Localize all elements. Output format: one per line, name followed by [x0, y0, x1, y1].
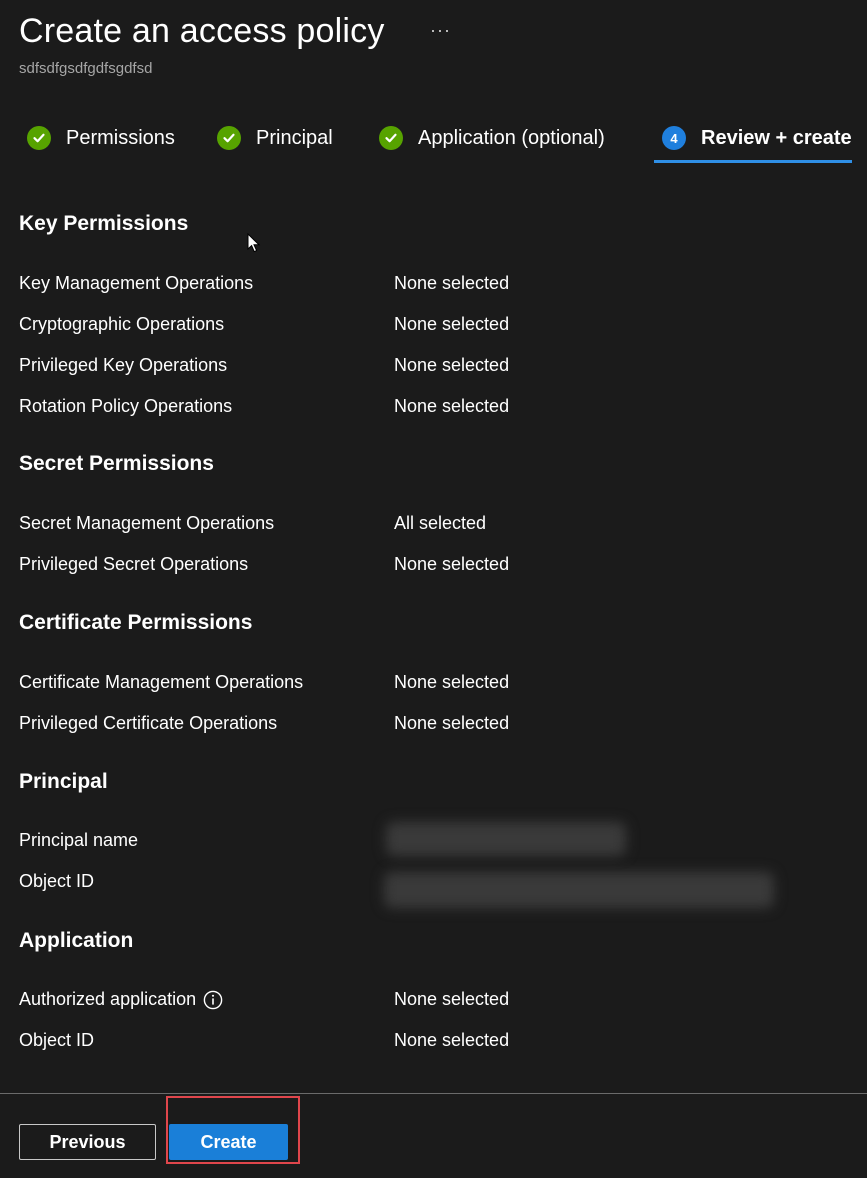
row-label: Principal name — [19, 830, 139, 850]
row-label: Key Management Operations — [19, 273, 254, 293]
active-tab-indicator — [654, 160, 852, 163]
section-heading-key-permissions: Key Permissions — [19, 212, 189, 235]
row-label-text: Authorized application — [19, 989, 197, 1009]
tab-label: Principal — [256, 126, 333, 149]
row-label: Privileged Certificate Operations — [19, 713, 278, 733]
tab-label: Application (optional) — [418, 126, 605, 149]
section-heading-certificate-permissions: Certificate Permissions — [19, 611, 253, 634]
tab-label: Review + create — [701, 126, 852, 149]
checkmark-icon — [379, 126, 403, 150]
tab-permissions[interactable]: Permissions — [27, 118, 175, 158]
row-value: None selected — [394, 554, 510, 574]
row-value: None selected — [394, 713, 510, 733]
page-title: Create an access policy — [19, 12, 385, 50]
row-value: None selected — [394, 314, 510, 334]
redacted-object-id — [384, 872, 774, 908]
create-button[interactable]: Create — [169, 1124, 288, 1160]
review-create-page: Create an access policy ··· sdfsdfgsdfgd… — [0, 0, 867, 1178]
wizard-steps: Permissions Principal Application (optio… — [0, 118, 867, 164]
row-value: None selected — [394, 273, 510, 293]
more-options-icon[interactable]: ··· — [430, 20, 451, 41]
row-label: Certificate Management Operations — [19, 672, 304, 692]
section-heading-application: Application — [19, 929, 134, 952]
mouse-cursor-icon — [247, 232, 261, 258]
row-label: Object ID — [19, 1030, 95, 1050]
row-value: None selected — [394, 396, 510, 416]
info-icon[interactable] — [203, 990, 223, 1010]
checkmark-icon — [27, 126, 51, 150]
section-heading-principal: Principal — [19, 770, 108, 793]
row-label: Secret Management Operations — [19, 513, 275, 533]
step-number-badge: 4 — [662, 126, 686, 150]
row-value: None selected — [394, 672, 510, 692]
row-label: Privileged Secret Operations — [19, 554, 249, 574]
row-label: Cryptographic Operations — [19, 314, 225, 334]
tab-label: Permissions — [66, 126, 175, 149]
row-value: None selected — [394, 989, 510, 1009]
row-label-authorized-application: Authorized application — [19, 989, 223, 1010]
row-label: Object ID — [19, 871, 95, 891]
checkmark-icon — [217, 126, 241, 150]
previous-button[interactable]: Previous — [19, 1124, 156, 1160]
tab-application[interactable]: Application (optional) — [379, 118, 605, 158]
row-label: Rotation Policy Operations — [19, 396, 233, 416]
row-value: All selected — [394, 513, 487, 533]
footer-divider — [0, 1093, 867, 1094]
tab-review-create[interactable]: 4 Review + create — [662, 118, 852, 158]
page-subtitle: sdfsdfgsdfgdfsgdfsd — [19, 60, 153, 77]
section-heading-secret-permissions: Secret Permissions — [19, 452, 214, 475]
row-label: Privileged Key Operations — [19, 355, 228, 375]
row-value: None selected — [394, 355, 510, 375]
row-value: None selected — [394, 1030, 510, 1050]
redacted-principal-name — [386, 822, 626, 856]
tab-principal[interactable]: Principal — [217, 118, 333, 158]
